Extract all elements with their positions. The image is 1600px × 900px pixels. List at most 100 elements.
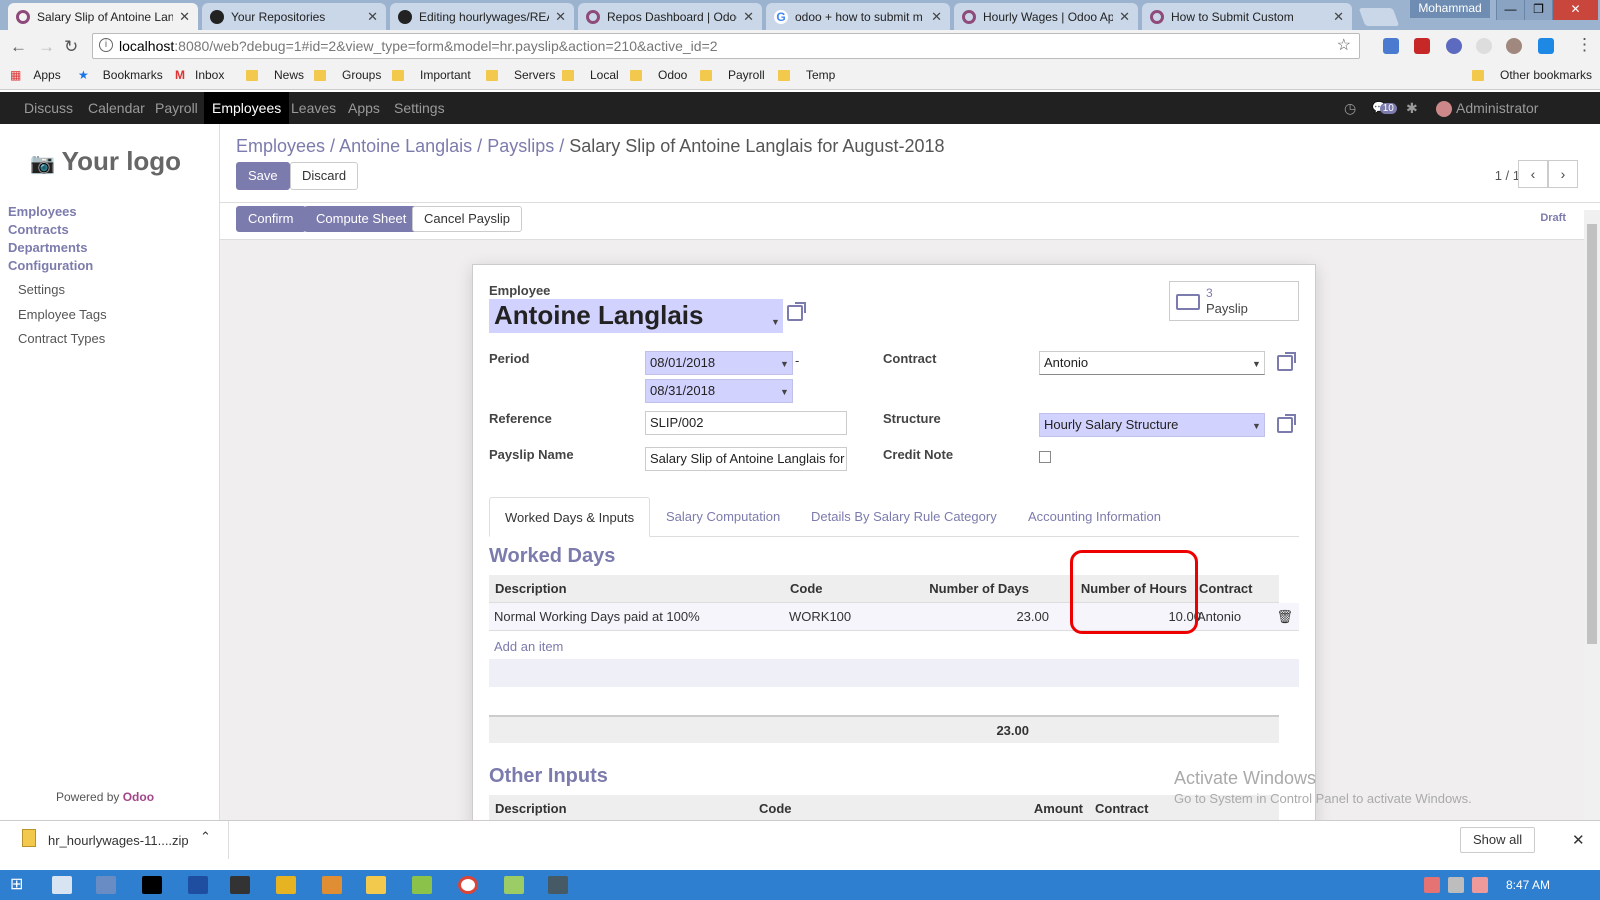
back-icon[interactable]: ← [10, 37, 27, 57]
sidebar-item-departments[interactable]: Departments [8, 240, 87, 255]
activity-clock-icon[interactable]: ◷ [1344, 92, 1356, 124]
menu-leaves[interactable]: Leaves [291, 92, 336, 124]
breadcrumb-employees[interactable]: Employees [236, 136, 325, 156]
company-logo[interactable]: 📷 Your logo [30, 146, 181, 177]
cancel-payslip-button[interactable]: Cancel Payslip [412, 206, 522, 232]
close-download-bar-icon[interactable]: ✕ [1572, 831, 1585, 849]
save-button[interactable]: Save [236, 162, 290, 190]
browser-tab-active[interactable]: Salary Slip of Antoine Lan ✕ [8, 3, 198, 30]
bookmark-temp[interactable]: Temp [778, 68, 835, 82]
menu-employees[interactable]: Employees [204, 92, 290, 124]
browser-tab[interactable]: Godoo + how to submit m ✕ [766, 3, 950, 30]
chat-icon[interactable]: 💬10 [1372, 92, 1397, 124]
bookmark-important[interactable]: Important [392, 68, 471, 82]
menu-settings[interactable]: Settings [394, 92, 445, 124]
col-amount[interactable]: Amount [1034, 795, 1083, 820]
scrollbar-thumb[interactable] [1587, 224, 1597, 644]
structure-field[interactable]: Hourly Salary Structure [1039, 413, 1265, 437]
pager-next-button[interactable]: › [1548, 160, 1578, 188]
red-extension-icon[interactable] [1414, 38, 1430, 54]
confirm-button[interactable]: Confirm [236, 206, 306, 232]
bookmark-groups[interactable]: Groups [314, 68, 381, 82]
network-icon[interactable] [1448, 877, 1464, 893]
bookmark-payroll[interactable]: Payroll [700, 68, 765, 82]
menu-payroll[interactable]: Payroll [155, 92, 198, 124]
bookmark-other[interactable]: Other bookmarks [1472, 68, 1592, 82]
employee-field[interactable]: Antoine Langlais [489, 299, 783, 333]
bookmark-news[interactable]: News [246, 68, 304, 82]
external-link-icon[interactable] [1277, 352, 1296, 371]
chevron-down-icon[interactable]: ▼ [780, 359, 789, 369]
browser-tab[interactable]: Editing hourlywages/REA ✕ [390, 3, 574, 30]
sidebar-item-configuration[interactable]: Configuration [8, 258, 93, 273]
bookmark-apps[interactable]: ▦ Apps [10, 68, 61, 82]
tab-accounting-information[interactable]: Accounting Information [1013, 497, 1176, 537]
url-field[interactable]: i localhost:8080/web?debug=1#id=2&view_t… [92, 33, 1360, 59]
external-link-icon[interactable] [1277, 414, 1296, 433]
menu-calendar[interactable]: Calendar [88, 92, 145, 124]
tab-worked-days-inputs[interactable]: Worked Days & Inputs [489, 497, 651, 537]
close-tab-icon[interactable]: ✕ [555, 9, 566, 25]
restore-button[interactable]: ❐ [1524, 0, 1552, 20]
chevron-down-icon[interactable]: ▼ [1252, 421, 1261, 431]
tab-salary-computation[interactable]: Salary Computation [651, 497, 795, 537]
monkey-extension-icon[interactable] [1506, 38, 1522, 54]
breadcrumb-employee[interactable]: Antoine Langlais [339, 136, 472, 156]
tool-icon[interactable] [276, 876, 296, 894]
sidebar-item-contracts[interactable]: Contracts [8, 222, 69, 237]
minimize-button[interactable]: — [1496, 0, 1524, 20]
contract-field[interactable]: Antonio [1039, 351, 1265, 375]
col-contract[interactable]: Contract [1095, 795, 1148, 820]
transfer-icon[interactable] [322, 876, 342, 894]
menu-icon[interactable]: ⋮ [1576, 35, 1593, 55]
download-file-name[interactable]: hr_hourlywages-11....zip [48, 833, 189, 848]
reload-icon[interactable]: ↻ [64, 37, 78, 57]
payslip-smart-button[interactable]: 3 Payslip [1169, 281, 1299, 321]
menu-apps[interactable]: Apps [348, 92, 380, 124]
folder-icon[interactable] [366, 876, 386, 894]
payslip-name-field[interactable]: Salary Slip of Antoine Langlais for [645, 447, 847, 471]
browser-tab[interactable]: How to Submit Custom ✕ [1142, 3, 1352, 30]
col-code[interactable]: Code [790, 575, 823, 603]
discard-button[interactable]: Discard [290, 162, 359, 190]
computer-icon[interactable] [96, 876, 116, 894]
close-tab-icon[interactable]: ✕ [1119, 9, 1130, 25]
chevron-down-icon[interactable]: ▼ [771, 317, 780, 327]
date-from-field[interactable]: 08/01/2018 [645, 351, 793, 375]
col-contract[interactable]: Contract [1199, 575, 1252, 603]
add-item-link[interactable]: Add an item [494, 639, 563, 654]
browser-tab[interactable]: Your Repositories ✕ [202, 3, 386, 30]
close-tab-icon[interactable]: ✕ [1333, 9, 1344, 25]
user-menu[interactable]: Administrator (DEMO2) [1436, 92, 1600, 148]
profile-name[interactable]: Mohammad [1410, 0, 1490, 18]
chevron-down-icon[interactable]: ▼ [1252, 359, 1261, 369]
odoo-link[interactable]: Odoo [123, 790, 154, 804]
forward-icon[interactable]: → [38, 37, 55, 57]
bookmark-star-icon[interactable]: ☆ [1337, 34, 1351, 58]
col-description[interactable]: Description [495, 795, 567, 820]
trash-icon[interactable]: 🗑 [1276, 603, 1293, 631]
tray-icon[interactable] [1424, 877, 1440, 893]
browser-tab[interactable]: Repos Dashboard | Odoo ✕ [578, 3, 762, 30]
chrome-icon[interactable] [458, 876, 478, 894]
menu-discuss[interactable]: Discuss [24, 92, 73, 124]
debug-bug-icon[interactable]: ✱ [1406, 92, 1418, 124]
translate-extension-icon[interactable] [1383, 38, 1399, 54]
cmd-icon[interactable] [142, 876, 162, 894]
bookmark-inbox[interactable]: M Inbox [175, 68, 224, 82]
file-manager-icon[interactable] [52, 876, 72, 894]
info-icon[interactable]: i [99, 38, 113, 52]
date-to-field[interactable]: 08/31/2018 [645, 379, 793, 403]
close-tab-icon[interactable]: ✕ [743, 9, 754, 25]
bookmark-bookmarks[interactable]: ★ Bookmarks [78, 68, 163, 82]
app-icon[interactable] [504, 876, 524, 894]
bookmark-odoo[interactable]: Odoo [630, 68, 687, 82]
windows-start-icon[interactable]: ⊞ [10, 874, 30, 893]
external-link-icon[interactable] [787, 302, 806, 321]
close-tab-icon[interactable]: ✕ [179, 9, 190, 25]
col-days[interactable]: Number of Days [929, 575, 1029, 603]
close-window-button[interactable]: ✕ [1552, 0, 1598, 20]
sidebar-item-employee-tags[interactable]: Employee Tags [18, 307, 107, 322]
col-description[interactable]: Description [495, 575, 567, 603]
sidebar-item-contract-types[interactable]: Contract Types [18, 331, 105, 346]
